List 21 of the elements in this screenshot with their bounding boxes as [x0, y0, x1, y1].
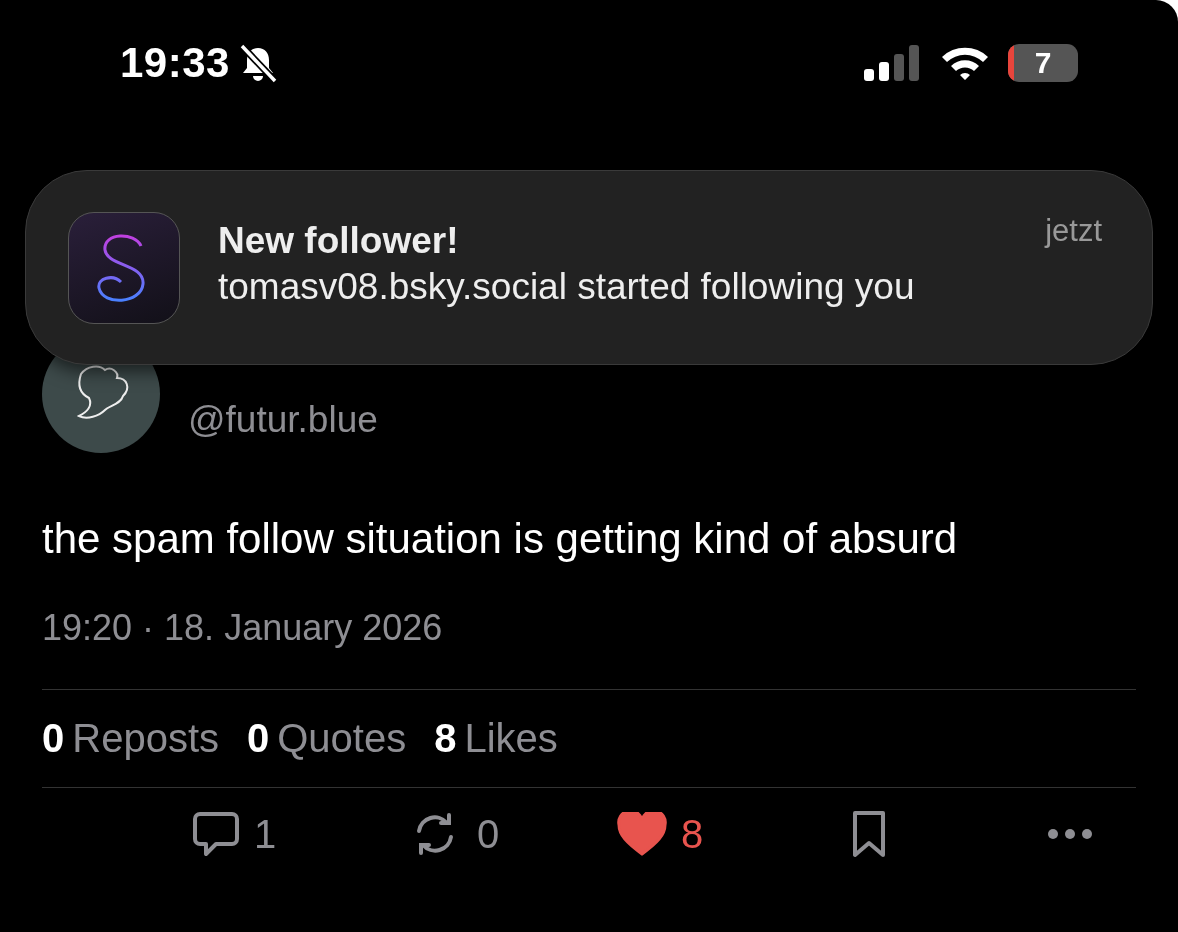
post-timestamp: 19:20 · 18. January 2026: [42, 607, 444, 649]
stat-count[interactable]: 8 Likes: [434, 716, 558, 761]
like-button[interactable]: 8: [617, 811, 852, 857]
app-icon: [68, 211, 180, 324]
notification-message: tomasv08.bsky.social started following you: [218, 265, 916, 308]
repost-button[interactable]: 0: [407, 811, 617, 857]
post-text: the spam follow situation is getting kind of absurd: [42, 515, 959, 563]
notification-banner[interactable]: New follower! tomasv08.bsky.social started following you jetzt: [25, 170, 1153, 365]
more-icon: [1047, 828, 1093, 840]
stat-count[interactable]: 0 Quotes: [247, 716, 407, 761]
battery-indicator: 7: [1008, 43, 1078, 82]
clock: 19:33: [120, 38, 230, 87]
reply-button[interactable]: 1: [192, 811, 407, 857]
speech-bubble-icon: [192, 811, 240, 857]
heart-icon: [617, 812, 667, 856]
notification-title: New follower!: [218, 219, 460, 262]
stat-count[interactable]: 0 Reposts: [42, 716, 219, 761]
bookmark-icon: [852, 810, 886, 858]
author-handle: @futur.blue: [188, 399, 378, 441]
signal-icon: [864, 44, 922, 81]
notification-time: jetzt: [1045, 213, 1102, 249]
